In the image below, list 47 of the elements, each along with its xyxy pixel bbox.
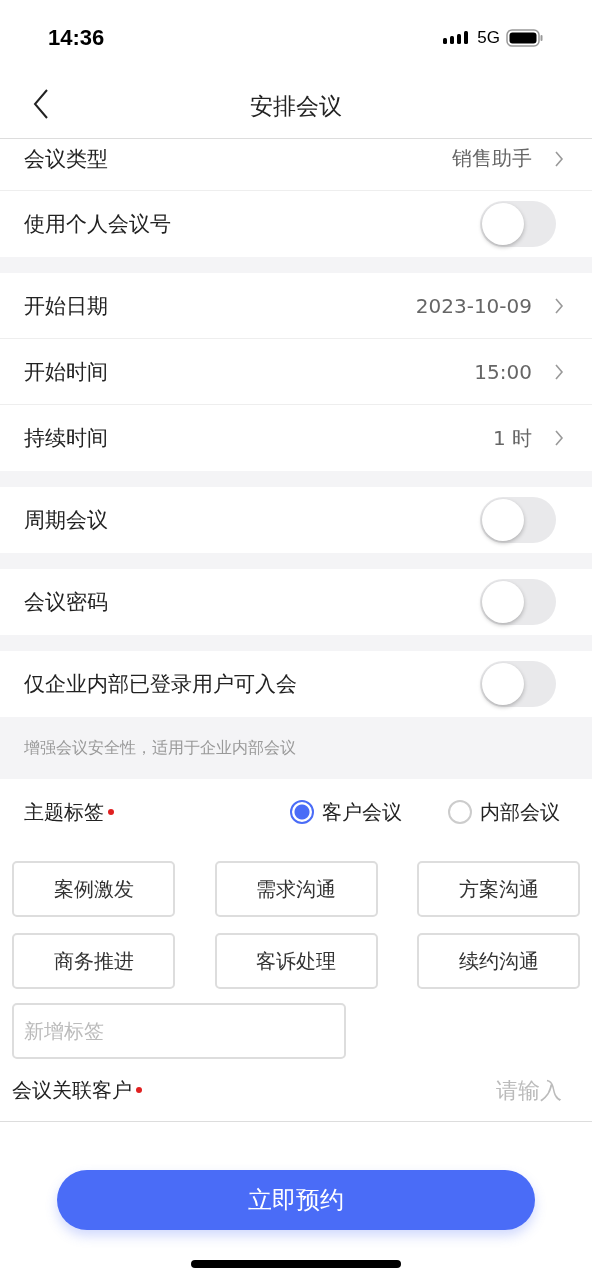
submit-button[interactable]: 立即预约: [57, 1170, 535, 1230]
tag-button[interactable]: 商务推进: [12, 933, 175, 989]
toggle-switch[interactable]: [480, 201, 556, 247]
radio-option[interactable]: 客户会议: [290, 798, 402, 826]
settings-row[interactable]: 周期会议: [0, 487, 592, 553]
tag-button[interactable]: 需求沟通: [214, 861, 378, 917]
toggle-switch[interactable]: [480, 579, 556, 625]
settings-row[interactable]: 会议类型 销售助手: [0, 139, 592, 191]
chevron-icon: [554, 363, 564, 380]
tag-button[interactable]: 客诉处理: [214, 933, 378, 989]
tag-button[interactable]: 续约沟通: [417, 933, 580, 989]
row-label: 开始日期: [24, 292, 109, 320]
row-label: 会议类型: [24, 145, 109, 173]
status-time: 14:36: [48, 24, 105, 51]
row-value: 销售助手: [452, 145, 532, 172]
new-tag-field[interactable]: 新增标签: [12, 1003, 346, 1059]
row-value: 15:00: [474, 359, 532, 384]
settings-row[interactable]: 使用个人会议号: [0, 191, 592, 257]
customer-field[interactable]: 请输入: [440, 1076, 564, 1104]
topic-label: 主题标签: [24, 798, 104, 826]
row-label: 持续时间: [24, 425, 109, 452]
row-value: 2023-10-09: [415, 293, 532, 318]
settings-row[interactable]: 持续时间 1 时: [0, 405, 592, 471]
radio-option[interactable]: 内部会议: [448, 798, 560, 826]
chevron-icon: [554, 150, 564, 167]
hint-text: 增强会议安全性，适用于企业内部会议: [23, 736, 297, 759]
row-label: 使用个人会议号: [24, 211, 172, 238]
page-title: 安排会议: [250, 92, 342, 121]
settings-row[interactable]: 会议密码: [0, 569, 592, 635]
settings-row[interactable]: 开始时间 15:00: [0, 339, 592, 405]
back-icon[interactable]: [33, 89, 49, 119]
customer-label: 会议关联客户: [12, 1076, 132, 1104]
row-label: 仅企业内部已登录用户可入会: [24, 671, 298, 698]
tag-button[interactable]: 案例激发: [12, 861, 175, 917]
network-type: 5G: [477, 27, 500, 48]
tag-button[interactable]: 方案沟通: [417, 861, 580, 917]
toggle-switch[interactable]: [480, 497, 556, 543]
row-label: 开始时间: [24, 358, 109, 386]
toggle-switch[interactable]: [480, 661, 556, 707]
row-label: 会议密码: [24, 589, 109, 616]
row-label: 周期会议: [24, 507, 109, 534]
row-value: 1 时: [492, 424, 532, 452]
settings-row[interactable]: 仅企业内部已登录用户可入会: [0, 651, 592, 717]
chevron-icon: [554, 430, 564, 446]
chevron-icon: [554, 297, 564, 314]
settings-row[interactable]: 开始日期 2023-10-09: [0, 273, 592, 339]
battery-icon: [506, 28, 544, 47]
